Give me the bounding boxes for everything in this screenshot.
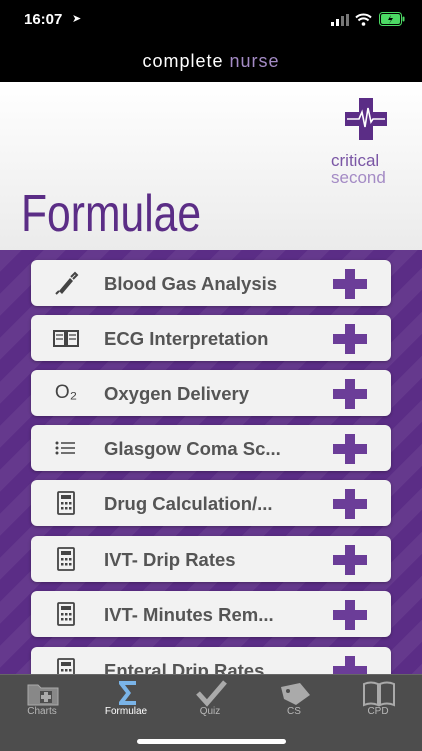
brand-main: complete xyxy=(142,51,224,71)
list-item-oxygen-delivery[interactable]: O₂ Oxygen Delivery xyxy=(31,370,391,416)
list-item-drug-calculation[interactable]: Drug Calculation/... xyxy=(31,480,391,526)
tab-quiz[interactable]: Quiz xyxy=(168,675,252,725)
tab-charts[interactable]: Charts xyxy=(0,675,84,725)
tab-label: Formulae xyxy=(104,706,148,717)
expand-plus-icon[interactable] xyxy=(333,379,367,409)
page-title: Formulae xyxy=(21,185,202,243)
expand-plus-icon[interactable] xyxy=(333,600,367,630)
critical-second-logo-icon xyxy=(345,98,387,140)
calculator-icon xyxy=(57,491,75,515)
list-item-label: Oxygen Delivery xyxy=(104,383,249,404)
list-item-ecg-interpretation[interactable]: ECG Interpretation xyxy=(31,315,391,361)
list-item-label: Drug Calculation/... xyxy=(104,493,273,514)
list-item-label: IVT- Drip Rates xyxy=(104,549,236,570)
tab-cpd[interactable]: CPD xyxy=(336,675,420,725)
o2-icon: O₂ xyxy=(54,382,78,403)
syringe-icon xyxy=(55,271,79,295)
home-indicator[interactable] xyxy=(137,739,286,744)
list-item-label: Enteral Drip Rates xyxy=(104,660,265,674)
calculator-icon xyxy=(57,658,75,674)
list-item-label: Glasgow Coma Sc... xyxy=(104,438,281,459)
location-arrow-icon: ➤ xyxy=(72,13,82,25)
list-item-label: IVT- Minutes Rem... xyxy=(104,604,274,625)
list-item-enteral-drip-rates[interactable]: Enteral Drip Rates xyxy=(31,647,391,674)
expand-plus-icon[interactable] xyxy=(333,324,367,354)
list-item-glasgow-coma-scale[interactable]: Glasgow Coma Sc... xyxy=(31,425,391,471)
tab-cs[interactable]: CS xyxy=(252,675,336,725)
expand-plus-icon[interactable] xyxy=(333,269,367,299)
tab-label: Charts xyxy=(27,706,57,717)
tab-formulae[interactable]: Formulae xyxy=(84,675,168,725)
sigma-icon xyxy=(119,681,136,705)
cellular-signal-icon xyxy=(331,14,349,26)
brand-accent: nurse xyxy=(229,51,280,71)
list-item-label: Blood Gas Analysis xyxy=(104,273,278,294)
tab-label: CPD xyxy=(367,706,389,717)
list-icon xyxy=(55,441,75,455)
expand-plus-icon[interactable] xyxy=(333,656,367,674)
status-bar: 16:07 ➤ xyxy=(0,0,422,40)
battery-icon xyxy=(379,12,405,26)
open-book-icon xyxy=(363,681,395,707)
calculator-icon xyxy=(57,602,75,626)
book-icon xyxy=(53,330,79,347)
checkmark-icon xyxy=(196,680,227,707)
logo-text: critical second xyxy=(331,152,386,186)
expand-plus-icon[interactable] xyxy=(333,434,367,464)
list-item-blood-gas-analysis[interactable]: Blood Gas Analysis xyxy=(31,260,391,306)
status-time: 16:07 xyxy=(24,11,63,28)
tab-label: CS xyxy=(287,706,301,717)
charts-folder-icon xyxy=(27,684,59,706)
list-item-ivt-minutes-remaining[interactable]: IVT- Minutes Rem... xyxy=(31,591,391,637)
tab-label: Quiz xyxy=(199,706,221,717)
list-item-label: ECG Interpretation xyxy=(104,328,269,349)
calculator-icon xyxy=(57,547,75,571)
logo-line2: second xyxy=(331,168,386,187)
expand-plus-icon[interactable] xyxy=(333,489,367,519)
wifi-icon xyxy=(355,13,372,26)
expand-plus-icon[interactable] xyxy=(333,545,367,575)
list-item-ivt-drip-rates[interactable]: IVT- Drip Rates xyxy=(31,536,391,582)
page-header: Formulae critical second xyxy=(0,82,422,251)
app-brand: complete nurse xyxy=(142,51,279,71)
app-bar: complete nurse xyxy=(0,40,422,82)
tag-icon xyxy=(281,683,310,705)
formulae-list[interactable]: Blood Gas Analysis ECG Interpretation O₂… xyxy=(0,250,422,674)
